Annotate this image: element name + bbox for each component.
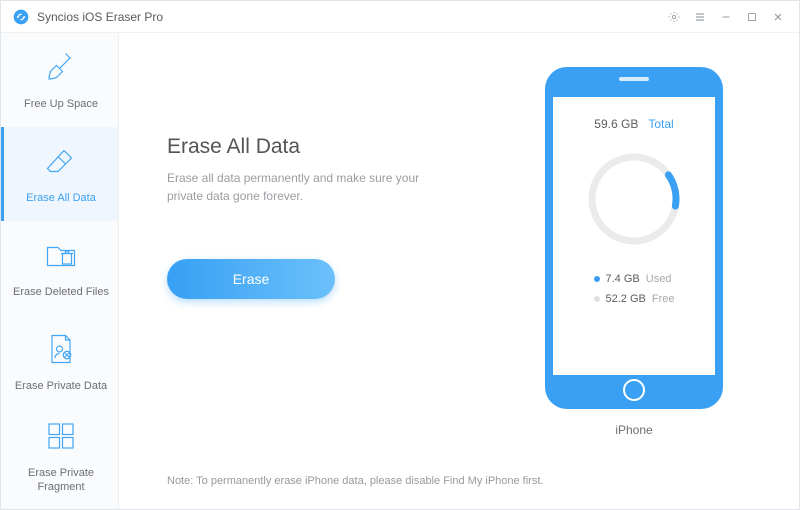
content-right: 59.6 GB Total 7.4 GB: [509, 61, 759, 489]
content-left: Erase All Data Erase all data permanentl…: [167, 61, 509, 489]
fragments-icon: [43, 418, 79, 459]
close-icon: [772, 11, 784, 23]
storage-total-label: Total: [648, 117, 673, 131]
sidebar-item-label: Erase Deleted Files: [9, 286, 113, 299]
sidebar: Free Up Space Erase All Data Erase Delet…: [1, 33, 119, 509]
legend-used-label: Used: [646, 273, 672, 285]
legend-free-value: 52.2 GB: [606, 293, 646, 305]
sidebar-item-label: Free Up Space: [20, 98, 102, 111]
legend-used: 7.4 GB Used: [594, 273, 675, 285]
dot-used-icon: [594, 276, 600, 282]
storage-ring-chart: [582, 147, 686, 251]
app-window: Syncios iOS Eraser Pro Free Up Space: [0, 0, 800, 510]
sidebar-item-label: Erase All Data: [22, 192, 100, 205]
footer-note: Note: To permanently erase iPhone data, …: [167, 475, 759, 487]
menu-icon: [694, 11, 706, 23]
page-title: Erase All Data: [167, 135, 509, 159]
sidebar-item-erase-private-data[interactable]: Erase Private Data: [1, 315, 118, 409]
legend-free-label: Free: [652, 293, 675, 305]
menu-button[interactable]: [687, 4, 713, 30]
maximize-icon: [746, 11, 758, 23]
storage-total-value: 59.6 GB: [594, 117, 638, 131]
app-body: Free Up Space Erase All Data Erase Delet…: [1, 33, 799, 509]
maximize-button[interactable]: [739, 4, 765, 30]
title-bar: Syncios iOS Eraser Pro: [1, 1, 799, 33]
storage-legend: 7.4 GB Used 52.2 GB Free: [594, 273, 675, 305]
sidebar-item-free-up-space[interactable]: Free Up Space: [1, 33, 118, 127]
eraser-icon: [43, 143, 79, 184]
app-title: Syncios iOS Eraser Pro: [37, 10, 163, 24]
broom-icon: [43, 49, 79, 90]
storage-total: 59.6 GB Total: [594, 117, 673, 131]
settings-button[interactable]: [661, 4, 687, 30]
file-user-remove-icon: [43, 331, 79, 372]
dot-free-icon: [594, 296, 600, 302]
legend-free: 52.2 GB Free: [594, 293, 675, 305]
gear-icon: [668, 11, 680, 23]
close-button[interactable]: [765, 4, 791, 30]
device-name: iPhone: [615, 423, 652, 437]
page-subtitle: Erase all data permanently and make sure…: [167, 169, 447, 205]
sidebar-item-label: Erase Private Fragment: [4, 467, 118, 493]
folder-trash-icon: [43, 237, 79, 278]
phone-frame-icon: 59.6 GB Total 7.4 GB: [545, 67, 723, 409]
sidebar-item-erase-private-fragment[interactable]: Erase Private Fragment: [1, 409, 118, 503]
device-mockup: 59.6 GB Total 7.4 GB: [545, 67, 723, 437]
erase-button[interactable]: Erase: [167, 259, 335, 299]
sidebar-item-label: Erase Private Data: [11, 380, 111, 393]
sidebar-item-erase-deleted-files[interactable]: Erase Deleted Files: [1, 221, 118, 315]
main-content: Erase All Data Erase all data permanentl…: [119, 33, 799, 509]
app-logo-icon: [13, 9, 29, 25]
minimize-button[interactable]: [713, 4, 739, 30]
legend-used-value: 7.4 GB: [606, 273, 640, 285]
sidebar-item-erase-all-data[interactable]: Erase All Data: [1, 127, 118, 221]
minimize-icon: [720, 11, 732, 23]
